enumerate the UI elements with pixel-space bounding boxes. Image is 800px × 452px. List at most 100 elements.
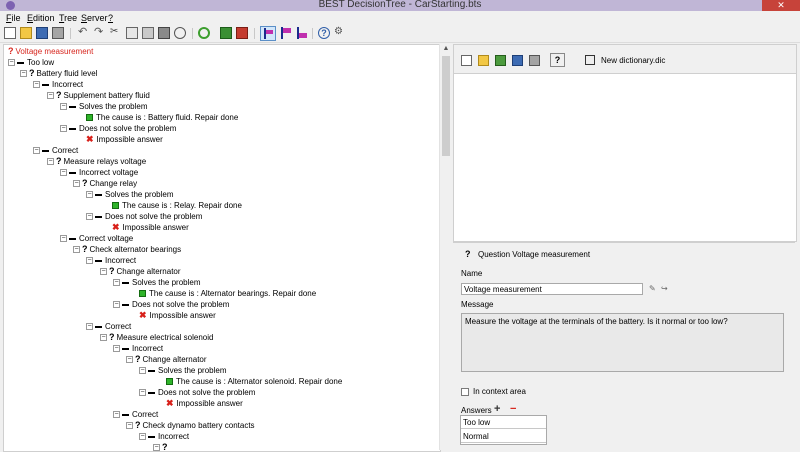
tree-node-question[interactable]: −? Supplement battery fluid bbox=[47, 90, 150, 101]
delete-icon[interactable] bbox=[158, 27, 170, 39]
new-file-icon[interactable] bbox=[4, 27, 16, 39]
tree-node-question[interactable]: −? Battery fluid level bbox=[20, 68, 97, 79]
tree-node-impossible[interactable]: ✖ Impossible answer bbox=[86, 134, 163, 145]
tree-node-answer[interactable]: − Solves the problem bbox=[139, 365, 226, 376]
menu-server[interactable]: Server bbox=[81, 13, 108, 23]
collapse-icon[interactable]: − bbox=[47, 92, 54, 100]
collapse-icon[interactable]: − bbox=[60, 169, 67, 177]
collapse-icon[interactable]: − bbox=[113, 279, 120, 287]
export-icon[interactable] bbox=[220, 27, 232, 39]
tree-node-answer[interactable]: − Does not solve the problem bbox=[86, 211, 202, 222]
collapse-icon[interactable]: − bbox=[139, 433, 146, 441]
cut-icon[interactable]: ✂ bbox=[110, 27, 122, 39]
save-icon[interactable] bbox=[512, 55, 523, 66]
collapse-icon[interactable]: − bbox=[60, 235, 67, 243]
tree-node-answer[interactable]: − Incorrect voltage bbox=[60, 167, 138, 178]
tree-node-answer[interactable]: − Correct bbox=[86, 321, 131, 332]
tree-node-impossible[interactable]: ✖ Impossible answer bbox=[166, 398, 243, 409]
tree-node-answer[interactable]: − Correct bbox=[33, 145, 78, 156]
save-icon[interactable] bbox=[36, 27, 48, 39]
find-icon[interactable] bbox=[174, 27, 186, 39]
collapse-icon[interactable]: − bbox=[33, 81, 40, 89]
layout-top-icon[interactable] bbox=[280, 27, 292, 39]
open-folder-icon[interactable] bbox=[478, 55, 489, 66]
collapse-icon[interactable]: − bbox=[126, 422, 133, 430]
tree-node-conclusion[interactable]: The cause is : Relay. Repair done bbox=[112, 200, 242, 211]
tree-node-question[interactable]: −? Change alternator bbox=[100, 266, 181, 277]
tree-node-question[interactable]: −? Change alternator bbox=[126, 354, 207, 365]
answers-list[interactable]: Too low Normal bbox=[460, 415, 547, 445]
collapse-icon[interactable]: − bbox=[86, 257, 93, 265]
tree-scrollbar[interactable]: ▲ bbox=[439, 44, 452, 450]
tree-node-answer[interactable]: − Does not solve the problem bbox=[113, 299, 229, 310]
tree-node-answer[interactable]: − Incorrect bbox=[113, 343, 163, 354]
collapse-icon[interactable]: − bbox=[73, 246, 80, 254]
validate-icon[interactable] bbox=[198, 27, 210, 39]
tree-node-conclusion[interactable]: The cause is : Battery fluid. Repair don… bbox=[86, 112, 238, 123]
menu-edition[interactable]: Edition bbox=[27, 13, 55, 23]
help-dictionary-icon[interactable]: ? bbox=[550, 53, 565, 67]
collapse-icon[interactable]: − bbox=[126, 356, 133, 364]
remove-answer-icon[interactable]: − bbox=[510, 403, 516, 415]
scroll-thumb[interactable] bbox=[442, 56, 450, 156]
link-icon[interactable]: ↪ bbox=[661, 284, 668, 293]
menu-help[interactable]: ? bbox=[108, 13, 113, 23]
collapse-icon[interactable]: − bbox=[60, 125, 67, 133]
tree-node-answer[interactable]: − Incorrect bbox=[33, 79, 83, 90]
tree-node-question[interactable]: −? Measure electrical solenoid bbox=[100, 332, 213, 343]
tree-node-question[interactable]: −? Check dynamo battery contacts bbox=[126, 420, 255, 431]
help-icon[interactable]: ? bbox=[318, 27, 330, 39]
answer-item[interactable]: Normal bbox=[461, 430, 546, 443]
import-icon[interactable] bbox=[236, 27, 248, 39]
collapse-icon[interactable]: − bbox=[86, 323, 93, 331]
collapse-icon[interactable]: − bbox=[86, 213, 93, 221]
tree-node-answer[interactable]: − Does not solve the problem bbox=[60, 123, 176, 134]
collapse-icon[interactable]: − bbox=[139, 389, 146, 397]
tree-node-root[interactable]: ? Voltage measurement bbox=[8, 46, 93, 57]
collapse-icon[interactable]: − bbox=[33, 147, 40, 155]
tree-node-conclusion[interactable]: The cause is : Alternator solenoid. Repa… bbox=[166, 376, 342, 387]
tree-node-question[interactable]: −? Change relay bbox=[73, 178, 137, 189]
tree-node-answer[interactable]: − Correct voltage bbox=[60, 233, 133, 244]
tree-node-conclusion[interactable]: The cause is : Alternator bearings. Repa… bbox=[139, 288, 316, 299]
menu-file[interactable]: File bbox=[6, 13, 21, 23]
tree-node-answer[interactable]: − Solves the problem bbox=[86, 189, 173, 200]
print-icon[interactable] bbox=[529, 55, 540, 66]
tree-node-answer[interactable]: − Solves the problem bbox=[113, 277, 200, 288]
close-window-button[interactable]: ✕ bbox=[762, 0, 800, 11]
decision-tree-panel[interactable]: ? Voltage measurement − Too low −? Battery … bbox=[3, 44, 441, 452]
tree-node-answer[interactable]: − Too low bbox=[8, 57, 54, 68]
context-area-checkbox[interactable] bbox=[461, 388, 469, 396]
tree-node-impossible[interactable]: ✖ Impossible answer bbox=[139, 310, 216, 321]
collapse-icon[interactable]: − bbox=[60, 103, 67, 111]
collapse-icon[interactable]: − bbox=[153, 444, 160, 451]
new-file-icon[interactable] bbox=[461, 55, 472, 66]
tree-node-answer[interactable]: − Solves the problem bbox=[60, 101, 147, 112]
name-input[interactable]: Voltage measurement bbox=[461, 283, 643, 295]
collapse-icon[interactable]: − bbox=[20, 70, 27, 78]
tree-node-impossible[interactable]: ✖ Impossible answer bbox=[112, 222, 189, 233]
undo-icon[interactable]: ↶ bbox=[78, 27, 90, 39]
collapse-icon[interactable]: − bbox=[100, 334, 107, 342]
copy-icon[interactable] bbox=[126, 27, 138, 39]
menu-tree[interactable]: Tree bbox=[59, 13, 77, 23]
collapse-icon[interactable]: − bbox=[8, 59, 15, 67]
collapse-icon[interactable]: − bbox=[139, 367, 146, 375]
open-folder-icon[interactable] bbox=[20, 27, 32, 39]
collapse-icon[interactable]: − bbox=[47, 158, 54, 166]
message-textarea[interactable]: Measure the voltage at the terminals of … bbox=[461, 313, 784, 372]
about-icon[interactable]: ⚙ bbox=[334, 27, 346, 39]
import-icon[interactable] bbox=[495, 55, 506, 66]
tree-node-question[interactable]: −? Measure relays voltage bbox=[47, 156, 146, 167]
add-answer-icon[interactable]: + bbox=[494, 403, 500, 415]
layout-left-icon[interactable] bbox=[260, 26, 276, 41]
answer-item[interactable]: Too low bbox=[461, 416, 546, 429]
paste-icon[interactable] bbox=[142, 27, 154, 39]
collapse-icon[interactable]: − bbox=[100, 268, 107, 276]
tree-node-question-partial[interactable]: −? bbox=[153, 442, 170, 451]
tree-node-answer[interactable]: − Incorrect bbox=[86, 255, 136, 266]
print-icon[interactable] bbox=[52, 27, 64, 39]
tree-node-question[interactable]: −? Check alternator bearings bbox=[73, 244, 181, 255]
collapse-icon[interactable]: − bbox=[113, 301, 120, 309]
collapse-icon[interactable]: − bbox=[73, 180, 80, 188]
